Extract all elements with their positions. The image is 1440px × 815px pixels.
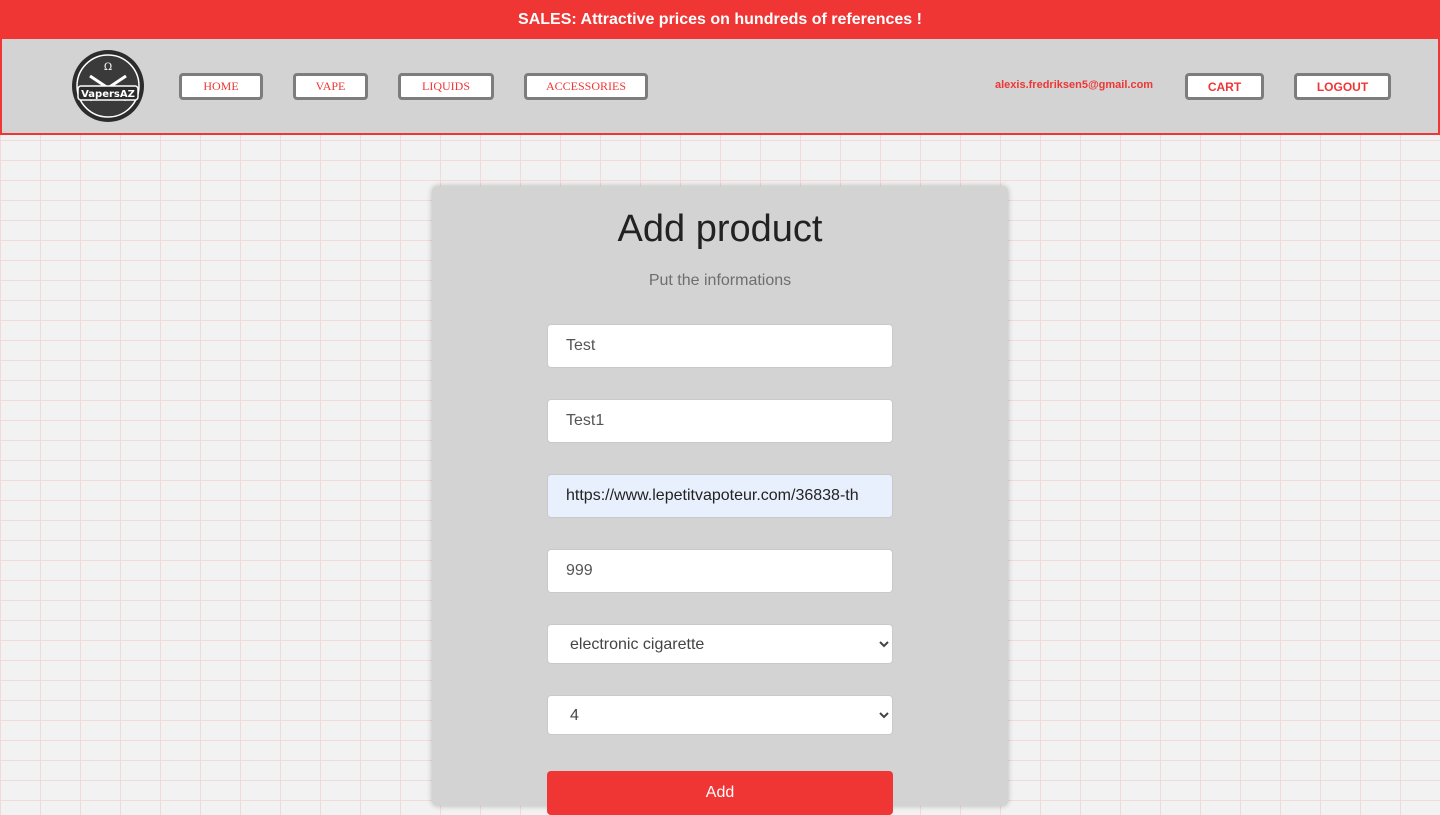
product-name-input[interactable] (547, 324, 893, 368)
form-subtitle: Put the informations (648, 272, 792, 289)
nav-vape-label: VAPE (315, 79, 346, 93)
site-logo[interactable]: VapersAZ Ω (68, 48, 148, 124)
product-price-input[interactable] (547, 549, 893, 593)
sales-banner: SALES: Attractive prices on hundreds of … (0, 0, 1440, 39)
cart-label: CART (1207, 79, 1242, 94)
nav-home-label: HOME (203, 79, 239, 93)
nav-accessories-button[interactable]: ACCESSORIES (524, 73, 648, 100)
nav-accessories-label: ACCESSORIES (545, 79, 627, 93)
add-product-button[interactable]: Add (547, 771, 893, 815)
logout-label: LOGOUT (1316, 79, 1369, 94)
nav-liquids-label: LIQUIDS (422, 79, 470, 93)
navbar: VapersAZ Ω HOME VAPE LIQUIDS ACCESSORIES… (0, 39, 1440, 135)
nav-home-button[interactable]: HOME (179, 73, 263, 100)
product-description-input[interactable] (547, 399, 893, 443)
logout-button[interactable]: LOGOUT (1294, 73, 1391, 100)
add-product-card: Add product Put the informations electro… (432, 186, 1008, 815)
nav-liquids-button[interactable]: LIQUIDS (398, 73, 494, 100)
sales-banner-text: SALES: Attractive prices on hundreds of … (518, 10, 922, 28)
svg-text:VapersAZ: VapersAZ (81, 89, 135, 100)
product-quantity-select[interactable]: 4 (547, 695, 893, 735)
product-image-url-input[interactable] (547, 474, 893, 518)
nav-vape-button[interactable]: VAPE (293, 73, 368, 100)
cart-button[interactable]: CART (1185, 73, 1264, 100)
product-category-select[interactable]: electronic cigarette (547, 624, 893, 664)
svg-text:Ω: Ω (104, 62, 112, 73)
user-email: alexis.fredriksen5@gmail.com (995, 79, 1154, 91)
page-title: Add product (617, 208, 823, 250)
